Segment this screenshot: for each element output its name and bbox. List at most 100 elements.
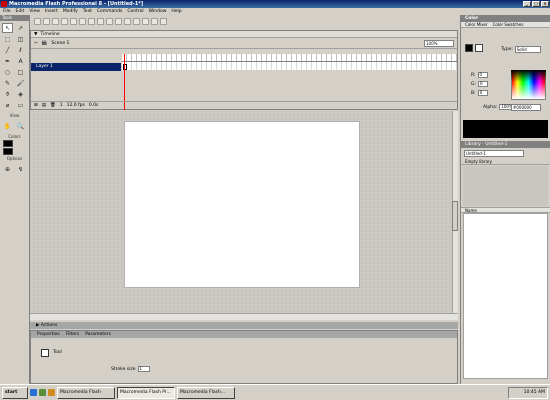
snap-option-icon[interactable]: ⊕ [2,164,13,174]
line-icon[interactable]: ╱ [2,45,13,55]
smooth-button[interactable] [124,17,131,25]
timeline-tab[interactable]: Timeline [40,32,59,37]
align-button[interactable] [160,17,167,25]
frame-area[interactable] [122,54,457,71]
eraser-icon[interactable]: ▭ [15,100,26,110]
horizontal-scrollbar[interactable] [30,313,458,320]
menu-text[interactable]: Text [83,8,92,15]
media-quicklaunch-icon[interactable] [48,389,55,396]
zoom-icon[interactable]: 🔍 [15,121,26,131]
gradient-transform-icon[interactable]: ◫ [15,34,26,44]
menu-window[interactable]: Window [149,8,167,15]
text-icon[interactable]: A [15,56,26,66]
frame-ruler[interactable] [122,54,457,62]
fill-color-chip[interactable] [475,44,483,52]
library-panel-title[interactable]: Library - Untitled-1 [461,141,550,148]
g-label: G: [471,81,477,87]
menu-help[interactable]: Help [171,8,181,15]
menu-edit[interactable]: Edit [16,8,25,15]
collapse-arrow-icon[interactable]: ▼ [34,32,37,37]
close-button[interactable]: × [541,1,549,7]
undo-button[interactable] [97,17,104,25]
rectangle-icon[interactable]: □ [15,67,26,77]
vertical-scroll-thumb[interactable] [452,201,458,231]
ie-quicklaunch-icon[interactable] [30,389,37,396]
back-arrow-icon[interactable]: ⇦ [34,41,38,46]
layer-row[interactable]: Layer 1 [31,63,121,71]
rotate-button[interactable] [142,17,149,25]
tab-color-swatches[interactable]: Color Swatches [493,22,524,27]
new-file-button[interactable] [34,17,41,25]
type-dropdown[interactable]: Solid [514,46,541,53]
add-layer-icon[interactable]: ⊞ [34,103,38,108]
options-section-label: Options [6,156,23,161]
smooth-option-icon[interactable]: ↯ [15,164,26,174]
paste-button[interactable] [88,17,95,25]
actions-title[interactable]: Actions [41,323,57,328]
start-button[interactable]: start [2,386,28,399]
ink-bottle-icon[interactable]: ⚱ [2,89,13,99]
tab-color-mixer[interactable]: Color Mixer [465,22,488,27]
save-button[interactable] [52,17,59,25]
brush-icon[interactable]: 🖌 [15,78,26,88]
delete-layer-icon[interactable]: 🗑 [50,103,56,108]
eyedropper-icon[interactable]: ⌀ [2,100,13,110]
minimize-button[interactable]: _ [523,1,531,7]
taskbar-item-active[interactable]: Macromedia Flash Pr... [117,386,175,399]
layer-name[interactable]: Layer 1 [36,64,53,69]
stroke-fill-icons [465,44,483,52]
print-button[interactable] [61,17,68,25]
menu-insert[interactable]: Insert [45,8,58,15]
add-folder-icon[interactable]: ▤ [42,103,46,108]
scale-button[interactable] [151,17,158,25]
maximize-button[interactable]: □ [532,1,540,7]
hand-icon[interactable]: ✋ [2,121,13,131]
library-preview [463,166,548,206]
paint-bucket-icon[interactable]: ◈ [15,89,26,99]
copy-button[interactable] [79,17,86,25]
frame-rate: 12.0 fps [66,103,85,108]
stroke-size-input[interactable]: 1 [137,366,150,372]
tab-filters[interactable]: Filters [66,331,80,338]
hex-input[interactable]: #000000 [511,104,541,111]
b-input[interactable]: 0 [477,90,488,96]
vertical-scrollbar[interactable] [452,111,458,320]
fill-color-swatch[interactable] [3,148,13,155]
free-transform-icon[interactable]: ⬚ [2,34,13,44]
actions-panel-bar[interactable]: ▶ Actions [30,322,458,329]
open-file-button[interactable] [43,17,50,25]
pen-icon[interactable]: ✒ [2,56,13,66]
library-item-list[interactable] [463,213,548,379]
stroke-color-swatch[interactable] [3,140,13,147]
r-input[interactable]: 0 [477,72,488,78]
arrow-icon[interactable]: ↖ [2,23,13,33]
lasso-icon[interactable]: ℓ [15,45,26,55]
zoom-select[interactable]: 100% [424,39,454,47]
frame-cells[interactable] [122,62,457,70]
library-document-select[interactable]: Untitled-1 [464,150,524,157]
color-panel-title[interactable]: Color [461,15,550,22]
straighten-button[interactable] [133,17,140,25]
menu-view[interactable]: View [29,8,40,15]
pencil-icon[interactable]: ✎ [2,78,13,88]
snap-button[interactable] [115,17,122,25]
tab-properties[interactable]: Properties [37,331,60,338]
g-input[interactable]: 0 [478,81,489,87]
menu-commands[interactable]: Commands [97,8,122,15]
stage-canvas[interactable] [124,121,360,288]
oval-icon[interactable]: ○ [2,67,13,77]
stroke-color-chip[interactable] [465,44,473,52]
tab-parameters[interactable]: Parameters [85,331,111,338]
redo-button[interactable] [106,17,113,25]
tools-panel: Tools ↖ ↗ ⬚ ◫ ╱ ℓ ✒ A ○ □ ✎ 🖌 ⚱ ◈ ⌀ ▭ Vi… [0,15,30,384]
desktop-quicklaunch-icon[interactable] [39,389,46,396]
menu-control[interactable]: Control [127,8,143,15]
subselect-icon[interactable]: ↗ [15,23,26,33]
cut-button[interactable] [70,17,77,25]
menu-file[interactable]: File [3,8,11,15]
taskbar-item[interactable]: Macromedia Flash [57,386,115,399]
menu-modify[interactable]: Modify [63,8,78,15]
taskbar-item[interactable]: Macromedia Flash... [177,386,235,399]
stage-workspace[interactable] [30,111,458,320]
scene-label[interactable]: Scene 1 [51,41,69,46]
